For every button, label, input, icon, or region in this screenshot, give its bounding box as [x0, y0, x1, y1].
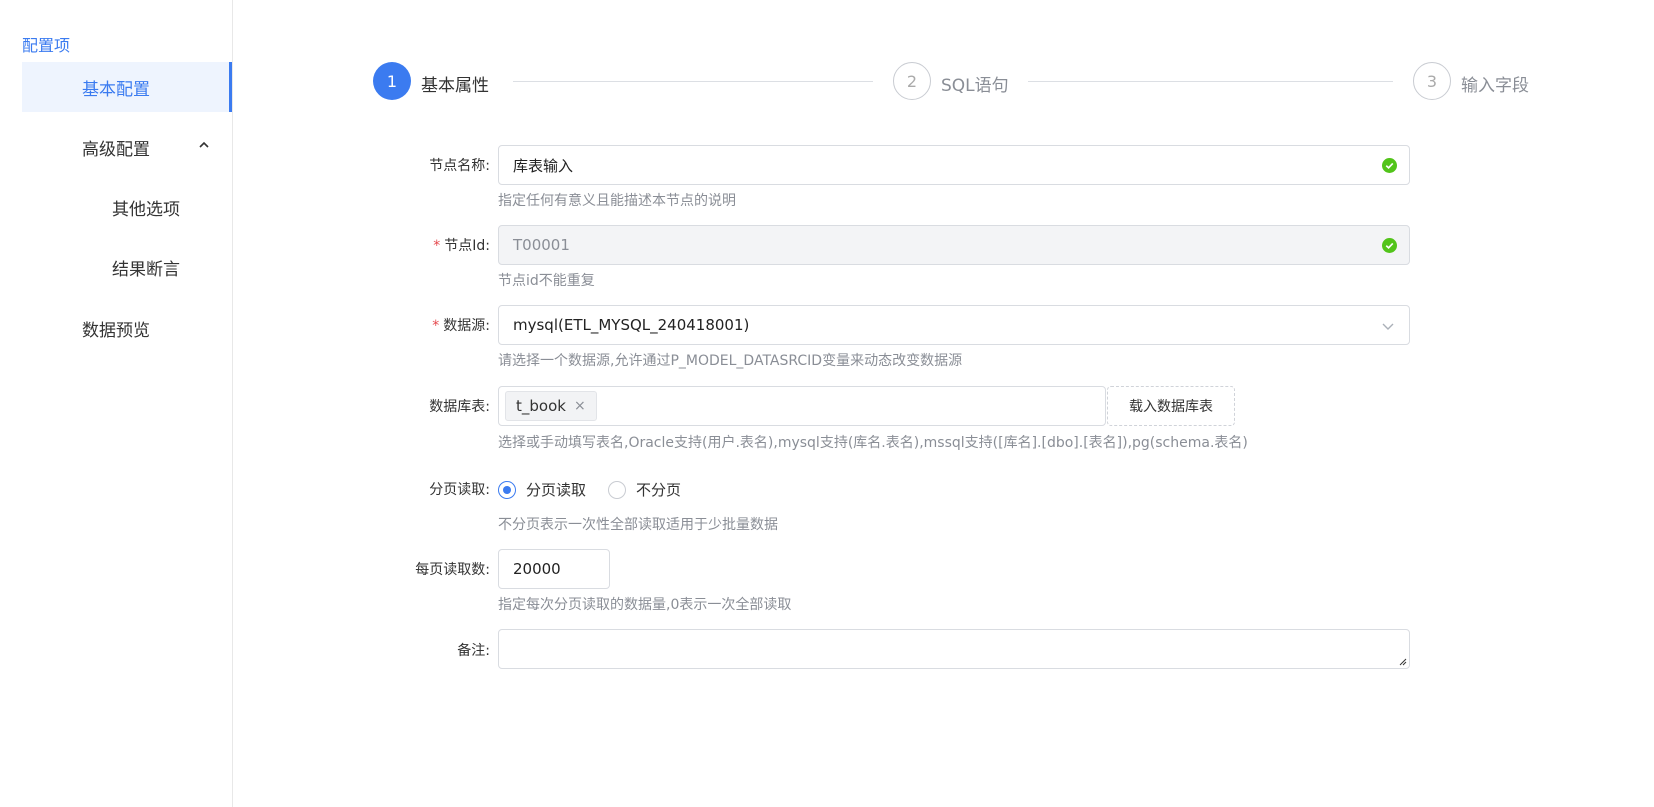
db-table-label: 数据库表: [429, 399, 490, 415]
remark-label: 备注: [457, 643, 490, 659]
sidebar-title: 配置项 [22, 36, 71, 55]
sidebar-item-label: 高级配置 [82, 139, 150, 160]
paging-radio-enabled[interactable]: 分页读取 [498, 479, 586, 500]
datasource-value: mysql(ETL_MYSQL_240418001) [513, 316, 750, 334]
datasource-hint: 请选择一个数据源,允许通过P_MODEL_DATASRCID变量来动态改变数据源 [498, 353, 963, 369]
node-id-input: T00001 [498, 225, 1410, 265]
datasource-label-text: 数据源: [443, 318, 490, 334]
page-size-label: 每页读取数: [415, 562, 490, 578]
node-name-input[interactable]: 库表输入 [498, 145, 1410, 185]
check-circle-icon [1382, 158, 1397, 173]
sidebar-item-label: 基本配置 [82, 79, 150, 100]
node-id-value: T00001 [513, 236, 570, 254]
paging-label: 分页读取: [429, 482, 490, 498]
radio-unchecked-icon [608, 480, 626, 499]
table-tag: t_book × [505, 391, 597, 421]
sidebar-item-label: 结果断言 [112, 259, 180, 280]
chevron-up-icon [199, 141, 209, 148]
step-2-label[interactable]: SQL语句 [941, 71, 1009, 96]
step-2-number[interactable]: 2 [893, 62, 931, 100]
sidebar-item-result-assertion[interactable]: 结果断言 [22, 242, 232, 292]
node-id-hint: 节点id不能重复 [498, 273, 595, 289]
table-tag-label: t_book [516, 397, 566, 415]
radio-label: 不分页 [636, 481, 682, 499]
step-1-label[interactable]: 基本属性 [421, 71, 489, 96]
radio-label: 分页读取 [526, 481, 587, 499]
steps-bar: 1 基本属性 2 SQL语句 3 输入字段 [373, 62, 1553, 102]
node-id-label: * 节点Id: [380, 235, 490, 255]
paging-radio-disabled[interactable]: 不分页 [608, 479, 681, 500]
sidebar-item-advanced-config[interactable]: 高级配置 [22, 122, 232, 172]
required-mark: * [432, 318, 440, 334]
node-id-label-text: 节点Id: [444, 238, 490, 254]
chevron-down-icon [1382, 323, 1394, 330]
sidebar-item-label: 其他选项 [112, 199, 180, 220]
step-1-number[interactable]: 1 [373, 62, 411, 100]
required-mark: * [433, 238, 441, 254]
radio-checked-icon [498, 480, 516, 499]
node-name-value: 库表输入 [513, 156, 574, 175]
sidebar-item-label: 数据预览 [82, 320, 150, 341]
check-circle-icon [1382, 238, 1397, 253]
sidebar: 配置项 基本配置 高级配置 其他选项 结果断言 数据预览 [0, 0, 233, 807]
datasource-select[interactable]: mysql(ETL_MYSQL_240418001) [498, 305, 1410, 345]
sidebar-item-other-options[interactable]: 其他选项 [22, 182, 232, 232]
page-size-value: 20000 [513, 560, 561, 578]
step-connector [1028, 81, 1393, 82]
page-size-hint: 指定每次分页读取的数据量,0表示一次全部读取 [498, 597, 792, 613]
paging-hint: 不分页表示一次性全部读取适用于少批量数据 [498, 517, 778, 533]
datasource-label: * 数据源: [380, 315, 490, 335]
db-table-hint: 选择或手动填写表名,Oracle支持(用户.表名),mysql支持(库名.表名)… [498, 435, 1248, 451]
step-connector [513, 81, 873, 82]
remark-textarea[interactable] [498, 629, 1410, 669]
resize-handle-icon[interactable] [1397, 656, 1407, 666]
node-name-label: 节点名称: [429, 158, 490, 174]
sidebar-item-basic-config[interactable]: 基本配置 [22, 62, 232, 112]
step-3-number[interactable]: 3 [1413, 62, 1451, 100]
close-icon[interactable]: × [574, 398, 586, 414]
load-table-button[interactable]: 载入数据库表 [1107, 386, 1235, 426]
db-table-input[interactable]: t_book × [498, 386, 1106, 426]
page-size-input[interactable]: 20000 [498, 549, 610, 589]
sidebar-item-data-preview[interactable]: 数据预览 [22, 303, 232, 353]
step-3-label[interactable]: 输入字段 [1461, 71, 1529, 96]
node-name-hint: 指定任何有意义且能描述本节点的说明 [498, 193, 736, 209]
